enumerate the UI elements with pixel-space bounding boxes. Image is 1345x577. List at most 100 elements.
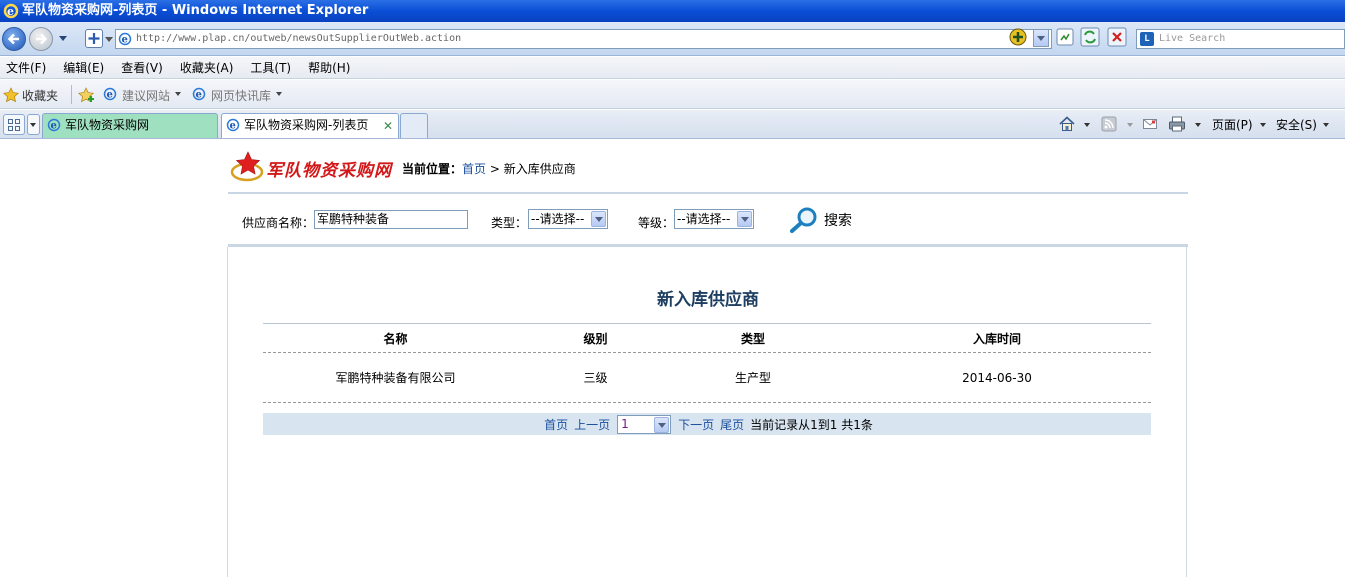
favorites-button[interactable]: 收藏夹: [22, 87, 58, 104]
type-select-value: --请选择--: [531, 212, 585, 226]
next-page-link[interactable]: 下一页: [678, 416, 714, 433]
list-panel: 新入库供应商 名称 级别 类型 入库时间 军鹏特种装备有限公司 三级 生产型 2…: [227, 247, 1187, 577]
rss-page-icon[interactable]: [1055, 27, 1075, 47]
supplier-table: 名称 级别 类型 入库时间 军鹏特种装备有限公司 三级 生产型 2014-06-…: [263, 323, 1151, 403]
cell-level: 三级: [583, 371, 608, 385]
history-dropdown[interactable]: [59, 36, 67, 41]
quick-tabs-button[interactable]: [3, 114, 25, 135]
type-label: 类型：: [491, 216, 528, 230]
page-menu-dropdown[interactable]: [1260, 123, 1266, 127]
navigation-bar: e http://www.plap.cn/outweb/newsOutSuppl…: [0, 22, 1345, 56]
safety-menu-button[interactable]: 安全(S): [1276, 116, 1317, 133]
home-dropdown[interactable]: [1084, 123, 1090, 127]
safety-menu-dropdown[interactable]: [1323, 123, 1329, 127]
stop-icon[interactable]: [1107, 27, 1127, 47]
compat-dropdown[interactable]: [105, 37, 113, 42]
menu-bar: 文件(F) 编辑(E) 查看(V) 收藏夹(A) 工具(T) 帮助(H): [0, 57, 1345, 79]
tab-home[interactable]: e 军队物资采购网: [42, 113, 218, 138]
search-button[interactable]: 搜索: [788, 206, 868, 234]
svg-text:e: e: [230, 121, 236, 132]
address-bar[interactable]: e http://www.plap.cn/outweb/newsOutSuppl…: [115, 29, 1052, 49]
tab-home-label: 军队物资采购网: [65, 118, 150, 132]
menu-favorites[interactable]: 收藏夹(A): [180, 59, 234, 76]
compat-view-button[interactable]: [85, 29, 103, 48]
back-button[interactable]: [2, 27, 26, 51]
page-select-value: 1: [621, 416, 629, 431]
suggested-sites-link[interactable]: 建议网站: [122, 87, 170, 104]
arrow-left-icon: [7, 33, 19, 45]
ie-icon: e: [3, 3, 19, 19]
svg-text:e: e: [107, 90, 113, 101]
close-tab-icon[interactable]: ✕: [383, 119, 393, 133]
tab-list-button[interactable]: [27, 114, 40, 135]
page-ie-icon: e: [118, 32, 132, 46]
feeds-dropdown[interactable]: [1127, 123, 1133, 127]
mail-icon[interactable]: [1142, 116, 1158, 132]
tab-ie-icon: e: [47, 118, 61, 132]
svg-text:e: e: [51, 121, 57, 132]
print-dropdown[interactable]: [1195, 123, 1201, 127]
web-slice-icon: e: [192, 87, 206, 101]
column-header-level: 级别: [583, 331, 608, 346]
logo-star-icon: [230, 151, 264, 182]
cell-type: 生产型: [734, 371, 771, 385]
supplier-name-label: 供应商名称：: [242, 216, 315, 230]
arrow-right-icon: [36, 33, 48, 45]
logo-text: 军队物资采购网: [266, 161, 392, 181]
address-url: http://www.plap.cn/outweb/newsOutSupplie…: [136, 33, 462, 44]
supplier-name-input[interactable]: 军鹏特种装备: [314, 210, 468, 229]
print-icon[interactable]: [1168, 115, 1186, 133]
level-select-value: --请选择--: [677, 212, 731, 226]
svg-text:e: e: [7, 5, 14, 18]
svg-text:e: e: [196, 90, 202, 101]
page-content: 军队物资采购网 当前位置：首页 > 新入库供应商 供应商名称： 军鹏特种装备 类…: [0, 140, 1345, 577]
level-label: 等级：: [638, 216, 675, 230]
add-favorite-icon[interactable]: [78, 87, 96, 103]
prev-page-link[interactable]: 上一页: [574, 416, 610, 433]
column-header-date: 入库时间: [972, 331, 1021, 346]
column-header-type: 类型: [740, 331, 765, 346]
menu-tools[interactable]: 工具(T): [250, 59, 291, 76]
address-dropdown[interactable]: [1033, 29, 1049, 47]
last-page-link[interactable]: 尾页: [720, 416, 744, 433]
column-header-name: 名称: [383, 331, 408, 346]
menu-edit[interactable]: 编辑(E): [63, 59, 104, 76]
level-select[interactable]: --请选择--: [674, 209, 754, 229]
table-row[interactable]: 军鹏特种装备有限公司 三级 生产型 2014-06-30: [263, 353, 1151, 403]
type-select[interactable]: --请选择--: [528, 209, 608, 229]
chevron-down-icon: [737, 211, 752, 227]
supplier-name-value: 军鹏特种装备: [317, 212, 390, 226]
page-select[interactable]: 1: [617, 414, 672, 434]
first-page-link[interactable]: 首页: [544, 416, 568, 433]
magnifier-icon: [790, 207, 817, 233]
list-title: 新入库供应商: [657, 290, 759, 310]
refresh-icon[interactable]: [1080, 27, 1100, 47]
window-titlebar: e 军队物资采购网-列表页 - Windows Internet Explore…: [0, 0, 1345, 22]
cell-supplier-name[interactable]: 军鹏特种装备有限公司: [263, 369, 528, 386]
new-tab-button[interactable]: [400, 113, 428, 138]
menu-file[interactable]: 文件(F): [6, 59, 46, 76]
search-button-label: 搜索: [824, 213, 852, 229]
menu-view[interactable]: 查看(V): [121, 59, 163, 76]
live-search-input[interactable]: L Live Search: [1136, 29, 1345, 49]
quick-tabs-icon: [8, 119, 13, 124]
forward-button[interactable]: [29, 27, 53, 51]
home-icon[interactable]: [1058, 115, 1076, 133]
page-menu-button[interactable]: 页面(P): [1212, 116, 1253, 133]
tab-list-page[interactable]: e 军队物资采购网-列表页 ✕: [221, 113, 399, 138]
web-slice-dropdown[interactable]: [276, 92, 282, 96]
rss-feed-icon[interactable]: [1101, 116, 1117, 132]
web-slice-gallery-link[interactable]: 网页快讯库: [211, 87, 271, 104]
table-header: 名称 级别 类型 入库时间: [263, 323, 1151, 353]
tab-ie-icon: e: [226, 118, 240, 132]
site-logo[interactable]: 军队物资采购网: [230, 150, 392, 184]
chevron-down-icon: [654, 416, 670, 433]
compat-icon[interactable]: [1008, 27, 1028, 47]
breadcrumb-home-link[interactable]: 首页: [462, 162, 486, 176]
cell-date: 2014-06-30: [962, 370, 1032, 385]
breadcrumb-separator: >: [489, 162, 500, 176]
suggested-sites-dropdown[interactable]: [175, 92, 181, 96]
menu-help[interactable]: 帮助(H): [308, 59, 350, 76]
chevron-down-icon: [591, 211, 606, 227]
breadcrumb: 当前位置：首页 > 新入库供应商: [402, 160, 576, 177]
